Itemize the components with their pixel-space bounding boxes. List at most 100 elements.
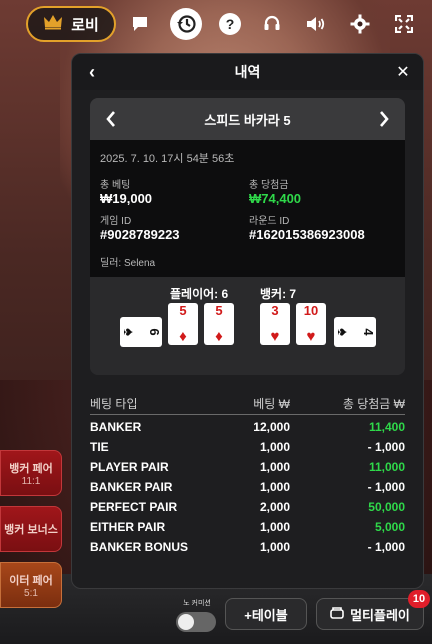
bet-type: BANKER BONUS (90, 540, 189, 554)
toggle-switch[interactable] (176, 612, 216, 632)
bet-amount: 2,000 (259, 500, 290, 514)
bet-amount: 1,000 (259, 480, 290, 494)
bet-type: EITHER PAIR (90, 520, 166, 534)
close-icon: ✕ (396, 64, 410, 81)
back-button[interactable]: ‹ (78, 58, 106, 86)
bet-amount: 1,000 (259, 520, 290, 534)
round-nav: 스피드 바카라 5 (90, 98, 405, 140)
banker-score: 뱅커: 7 (260, 287, 297, 301)
bet-amount: 1,000 (259, 440, 290, 454)
toggle-label: 노 커미션 (183, 600, 211, 607)
round-timestamp: 2025. 7. 10. 17시 54분 56초 (100, 153, 235, 165)
add-table-label: +테이블 (244, 607, 288, 623)
top-toolbar: 로비 ? (0, 6, 432, 42)
game-id-label: 게임 ID (100, 216, 132, 227)
total-bet-label: 총 베팅 (100, 180, 131, 191)
col-bet-amount: 베팅 ₩ (253, 397, 290, 411)
bet-spot-odds: 11:1 (21, 475, 41, 487)
bet-row: BANKER 12,000 11,400 (90, 417, 405, 437)
toggle-knob (178, 614, 194, 630)
chevron-left-icon: ‹ (89, 61, 95, 82)
bet-win: - 1,000 (367, 480, 405, 494)
chat-icon[interactable] (124, 8, 156, 40)
col-bet-type: 베팅 타입 (90, 397, 138, 411)
game-id-value: #9028789223 (100, 227, 180, 242)
multiplay-label: 멀티플레이 (350, 607, 410, 623)
col-total-win: 총 당첨금 ₩ (342, 397, 405, 411)
multiplay-icon (330, 606, 344, 623)
bet-spot-label: 뱅커 보너스 (4, 524, 58, 536)
history-icon[interactable] (170, 8, 202, 40)
crown-icon (43, 14, 63, 35)
total-win-label: 총 당첨금 (249, 180, 289, 191)
add-table-button[interactable]: +테이블 (225, 598, 307, 630)
bet-type: PLAYER PAIR (90, 460, 169, 474)
player-score: 플레이어: 6 (170, 287, 229, 301)
fullscreen-icon[interactable] (388, 8, 420, 40)
card-rank: 3 (271, 303, 279, 318)
bet-spot-banker-bonus[interactable]: 뱅커 보너스 (0, 506, 62, 552)
bet-win: 11,400 (368, 420, 405, 434)
bet-type: BANKER (90, 420, 142, 434)
bet-row: PLAYER PAIR 1,000 11,000 (90, 457, 405, 477)
bet-table: 베팅 타입 베팅 ₩ 총 당첨금 ₩ BANKER 12,000 11,400 TIE… (90, 393, 405, 557)
card-rank: 5 (215, 303, 223, 318)
bet-win: - 1,000 (367, 440, 405, 454)
player-card-2: 5 ♦ (168, 303, 198, 345)
banker-card-2: 10 ♥ (296, 303, 326, 345)
round-detail-card: 스피드 바카라 5 2025. 7. 10. 17시 54분 56초 총 베팅 … (90, 98, 405, 375)
bet-win: 11,000 (368, 460, 405, 474)
bet-row: BANKER BONUS 1,000 - 1,000 (90, 537, 405, 557)
card-result: 플레이어: 6 뱅커: 7 6 ♠ 5 ♦ 5 ♦ 3 ♥ 10 ♥ 4 ♠ (90, 277, 405, 375)
no-commission-toggle[interactable]: 노 커미션 (176, 598, 218, 634)
lobby-button[interactable]: 로비 (26, 6, 116, 42)
chevron-left-icon (106, 111, 115, 127)
spade-icon: ♠ (120, 328, 137, 336)
headset-icon[interactable] (256, 8, 288, 40)
round-info: 2025. 7. 10. 17시 54분 56초 총 베팅 ₩19,000 총 … (90, 140, 405, 277)
card-rank: 6 (147, 328, 162, 336)
game-name: 스피드 바카라 5 (204, 112, 291, 128)
total-bet-value: ₩19,000 (100, 191, 153, 206)
heart-icon: ♥ (270, 328, 280, 345)
bet-table-header: 베팅 타입 베팅 ₩ 총 당첨금 ₩ (90, 393, 405, 415)
bet-spot-either-pair[interactable]: 이터 페어 5:1 (0, 562, 62, 608)
player-card-1: 6 ♠ (120, 317, 162, 347)
lobby-label: 로비 (71, 16, 99, 34)
bet-spot-label: 이터 페어 (9, 574, 53, 587)
next-round-button[interactable] (371, 106, 397, 132)
panel-header: ‹ 내역 ✕ (72, 54, 423, 90)
round-id-value: #162015386923008 (249, 227, 365, 242)
bet-amount: 1,000 (259, 540, 290, 554)
total-win-value: ₩74,400 (249, 191, 302, 206)
bet-amount: 12,000 (253, 420, 290, 434)
card-rank: 5 (179, 303, 187, 318)
player-card-3: 5 ♦ (204, 303, 234, 345)
banker-card-3: 4 ♠ (334, 317, 376, 347)
close-button[interactable]: ✕ (389, 58, 417, 86)
bet-type: TIE (90, 440, 109, 454)
bet-row: BANKER PAIR 1,000 - 1,000 (90, 477, 405, 497)
diamond-icon: ♦ (179, 328, 187, 345)
bet-win: 50,000 (368, 500, 405, 514)
multiplay-button[interactable]: 멀티플레이 (316, 598, 424, 630)
bet-spot-banker-pair[interactable]: 뱅커 페어 11:1 (0, 450, 62, 496)
bet-spot-label: 뱅커 페어 (9, 462, 53, 475)
multiplay-count-badge: 10 (408, 590, 430, 608)
bet-spot-odds: 5:1 (24, 587, 38, 599)
bet-row: EITHER PAIR 1,000 5,000 (90, 517, 405, 537)
bet-row: TIE 1,000 - 1,000 (90, 437, 405, 457)
card-rank: 4 (361, 328, 376, 336)
spade-icon: ♠ (334, 328, 351, 336)
sound-icon[interactable] (300, 8, 332, 40)
diamond-icon: ♦ (215, 328, 223, 345)
heart-icon: ♥ (306, 328, 316, 345)
prev-round-button[interactable] (98, 106, 124, 132)
settings-icon[interactable] (344, 8, 376, 40)
help-icon[interactable]: ? (214, 8, 246, 40)
bet-type: BANKER PAIR (90, 480, 173, 494)
dealer-name: 딜러: Selena (100, 258, 156, 269)
card-rank: 10 (303, 303, 319, 318)
bet-type: PERFECT PAIR (90, 500, 178, 514)
chevron-right-icon (380, 111, 389, 127)
